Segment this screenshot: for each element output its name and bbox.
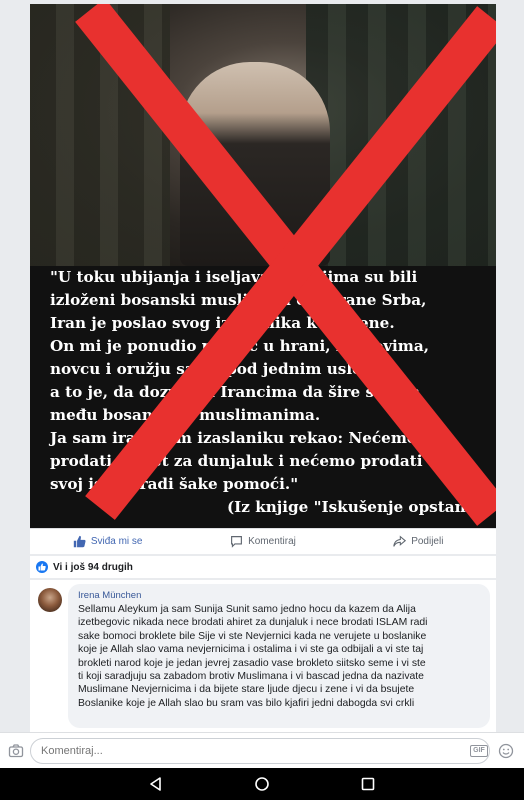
image-quote: "U toku ubijanja i iseljavanja kojima su…	[50, 266, 490, 519]
quote-line: Ja sam iranskom izaslaniku rekao: Nećemo	[50, 429, 418, 447]
comment-line: Boslanike koje je Allah slao bu sram vas…	[78, 697, 415, 709]
photo-figure	[180, 62, 330, 266]
quote-line: Iran je poslao svog izaslanika kod mene.	[50, 314, 395, 332]
quote-source: (Iz knjige "Iskušenje opstanka	[227, 498, 486, 516]
like-label: Sviđa mi se	[90, 536, 143, 547]
quote-line: prodati ahiret za dunjaluk i nećemo prod…	[50, 452, 423, 470]
post-action-bar: Sviđa mi se Komentiraj Podijeli	[30, 528, 496, 554]
share-icon	[393, 535, 407, 547]
comment-text: Sellamu Aleykum ja sam Sunija Sunit samo…	[78, 603, 480, 710]
quote-line: a to je, da dozvolim Irancima da šire ši…	[50, 383, 421, 401]
reactions-summary[interactable]: Vi i još 94 drugih	[30, 556, 496, 578]
comment-input[interactable]	[30, 738, 490, 764]
share-label: Podijeli	[411, 536, 444, 547]
comment-line: ti koji saradjuju sa zabadom brotiv Musl…	[78, 671, 424, 683]
quote-line: On mi je ponudio pomoć u hrani, lijekovi…	[50, 337, 429, 355]
camera-icon[interactable]	[8, 743, 24, 759]
recent-apps-icon[interactable]	[360, 776, 376, 792]
reactions-count: Vi i još 94 drugih	[53, 561, 133, 573]
comment-author[interactable]: Irena München	[78, 590, 480, 601]
android-navigation-bar	[0, 768, 524, 800]
comment-icon	[231, 536, 243, 548]
like-button[interactable]: Sviđa mi se	[30, 529, 185, 554]
post-photo	[30, 4, 496, 266]
post-image[interactable]: "U toku ubijanja i iseljavanja kojima su…	[30, 4, 496, 528]
comment-bubble: Irena München Sellamu Aleykum ja sam Sun…	[68, 584, 490, 728]
comment-button[interactable]: Komentiraj	[185, 529, 340, 554]
comment-line: izetbegovic nikada nece brodati ahiret z…	[78, 617, 428, 629]
quote-line: izloženi bosanski muslimani od strane Sr…	[50, 291, 427, 309]
comment-composer: GIF	[0, 732, 524, 768]
quote-line: "U toku ubijanja i iseljavanja kojima su…	[50, 268, 418, 286]
comment-line: brokleti narod koje je jedan jevrej zasa…	[78, 657, 426, 669]
comment-line: Muslimane Nevjernicima i da bijete stare…	[78, 684, 415, 696]
comment-line: Sellamu Aleykum ja sam Sunija Sunit samo…	[78, 604, 416, 615]
thumbs-up-icon	[73, 535, 86, 548]
like-reaction-icon	[36, 561, 48, 573]
quote-line: svoj islam radi šake pomoći."	[50, 475, 299, 493]
home-icon[interactable]	[254, 776, 270, 792]
comment-label: Komentiraj	[248, 536, 296, 547]
photo-background-right	[306, 4, 496, 266]
quote-line: novcu i oružju samo pod jednim uslovom,	[50, 360, 403, 378]
quote-line: među bosanskim muslimanima.	[50, 406, 321, 424]
comment-line: koje je Allah slao vama nevjernicima i o…	[78, 644, 424, 656]
avatar[interactable]	[38, 588, 62, 612]
comment-line: sake bomoci broklete bile Sije vi ste Ne…	[78, 630, 427, 642]
back-icon[interactable]	[148, 776, 164, 792]
photo-background-left	[30, 4, 170, 266]
share-button[interactable]: Podijeli	[341, 529, 496, 554]
gif-icon[interactable]: GIF	[470, 745, 488, 757]
comment-thread: Irena München Sellamu Aleykum ja sam Sun…	[30, 580, 496, 732]
facebook-post-screen: "U toku ubijanja i iseljavanja kojima su…	[0, 0, 524, 800]
emoji-icon[interactable]	[498, 743, 514, 759]
